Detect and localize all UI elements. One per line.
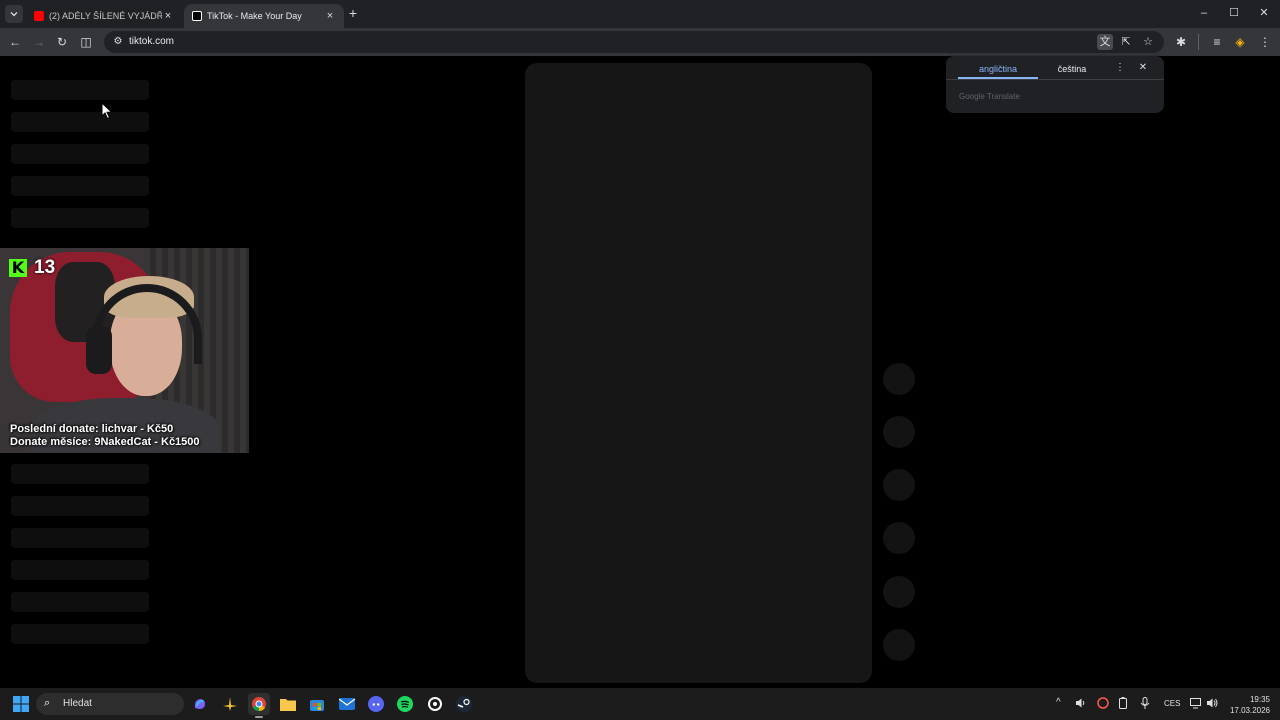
file-explorer-icon[interactable]	[277, 693, 299, 715]
input-language-indicator[interactable]: CES	[1164, 699, 1180, 708]
clock-time: 19:35	[1249, 695, 1270, 704]
sidebar-skeleton-item	[11, 560, 149, 580]
split-view-button[interactable]: ◫	[77, 33, 95, 51]
reload-button[interactable]: ↻	[53, 33, 71, 51]
steelseries-icon[interactable]	[424, 693, 446, 715]
start-button[interactable]	[10, 693, 32, 715]
copilot-icon[interactable]	[189, 693, 211, 715]
sidebar-skeleton-item	[11, 464, 149, 484]
sidebar-skeleton-item	[11, 176, 149, 196]
action-button-skeleton	[883, 416, 915, 448]
windows-taskbar: ⌕ Hledat ^ CES 19:35 17.03.2026	[0, 688, 1280, 720]
steam-icon[interactable]	[453, 693, 475, 715]
chrome-icon[interactable]	[248, 693, 270, 715]
sidebar-skeleton-item	[11, 592, 149, 612]
search-icon: ⌕	[44, 697, 51, 709]
minimize-button[interactable]: –	[1189, 4, 1219, 22]
viewer-count: 13	[34, 257, 56, 278]
translate-more-options-icon[interactable]: ⋮	[1114, 62, 1126, 73]
bookmark-star-icon[interactable]: ☆	[1140, 34, 1156, 50]
tab-close-icon[interactable]: ×	[324, 10, 336, 22]
url-text[interactable]: tiktok.com	[129, 36, 174, 47]
tab-tiktok[interactable]: TikTok - Make Your Day ×	[184, 4, 344, 28]
youtube-favicon-icon	[34, 11, 44, 21]
action-button-skeleton	[883, 576, 915, 608]
action-button-skeleton	[883, 363, 915, 395]
mail-icon[interactable]	[336, 693, 358, 715]
steelseries-tray-icon[interactable]	[1097, 697, 1109, 712]
spotify-icon[interactable]	[394, 693, 416, 715]
tab-search-button[interactable]	[5, 5, 23, 23]
clock-date: 17.03.2026	[1229, 706, 1270, 715]
close-window-button[interactable]: ✕	[1249, 4, 1279, 22]
sidebar-skeleton-item	[11, 496, 149, 516]
profile-icon[interactable]: ◈	[1231, 33, 1249, 51]
tab-strip: (2) ADÉLY ŠÍLENÉ VYJÁDŘENÍ × TikTok - Ma…	[0, 0, 1280, 28]
sidebar-skeleton-item	[11, 144, 149, 164]
video-player-placeholder[interactable]	[525, 63, 872, 683]
divider	[946, 79, 1164, 80]
monthly-donate-text: Donate měsíce: 9NakedCat - Kč1500	[10, 436, 200, 448]
windows-logo-icon	[13, 696, 29, 712]
translate-source-language-tab[interactable]: angličtina	[958, 64, 1038, 74]
toolbar-divider	[1198, 34, 1199, 50]
search-placeholder: Hledat	[63, 698, 92, 709]
taskbar-search[interactable]: ⌕ Hledat	[36, 693, 184, 715]
translate-target-language-tab[interactable]: čeština	[1038, 64, 1106, 74]
microphone-icon[interactable]	[1140, 697, 1150, 712]
new-tab-button[interactable]: +	[345, 5, 361, 21]
show-hidden-icons-button[interactable]: ^	[1056, 697, 1061, 708]
tiktok-favicon-icon	[192, 11, 202, 21]
translate-close-icon[interactable]: ✕	[1137, 62, 1149, 73]
mouse-cursor-icon	[101, 102, 113, 120]
action-button-skeleton	[883, 629, 915, 661]
battery-icon[interactable]	[1119, 697, 1127, 712]
store-icon[interactable]	[306, 693, 328, 715]
translate-icon[interactable]: 文	[1097, 34, 1113, 50]
back-button[interactable]: ←	[6, 33, 24, 51]
kick-logo-icon: K	[9, 259, 27, 277]
discord-icon[interactable]	[365, 693, 387, 715]
tab-title: TikTok - Make Your Day	[207, 11, 302, 21]
site-info-icon[interactable]: ⚙	[110, 34, 126, 50]
system-clock[interactable]: 19:35 17.03.2026	[1228, 694, 1270, 716]
install-app-icon[interactable]: ⇱	[1118, 34, 1134, 50]
browser-toolbar: ← → ↻ ◫ ⚙ tiktok.com 文 ⇱ ☆ ✱ ≡ ◈ ⋮	[0, 28, 1280, 56]
translate-brand-label: Google Translate	[959, 92, 1020, 101]
sidebar-skeleton-item	[11, 208, 149, 228]
browser-menu-icon[interactable]: ⋮	[1256, 33, 1274, 51]
media-controls-icon[interactable]: ≡	[1208, 33, 1226, 51]
extensions-icon[interactable]: ✱	[1172, 33, 1190, 51]
forward-button[interactable]: →	[30, 33, 48, 51]
tab-youtube[interactable]: (2) ADÉLY ŠÍLENÉ VYJÁDŘENÍ ×	[26, 4, 182, 28]
viewer-counter: K 13	[9, 257, 55, 279]
network-icon[interactable]	[1190, 697, 1202, 712]
translate-bubble: angličtina čeština ⋮ ✕ Google Translate	[946, 56, 1164, 113]
volume-mixer-icon[interactable]	[1075, 697, 1087, 712]
sidebar-skeleton-item	[11, 528, 149, 548]
tab-close-icon[interactable]: ×	[162, 10, 174, 22]
volume-icon[interactable]	[1206, 697, 1218, 712]
sidebar-skeleton-item	[11, 624, 149, 644]
action-button-skeleton	[883, 522, 915, 554]
webcam-overlay: K 13 Poslední donate: lichvar - Kč50 Don…	[0, 248, 249, 453]
active-app-indicator	[255, 716, 263, 718]
action-button-skeleton	[883, 469, 915, 501]
headset-earcup	[86, 326, 112, 374]
pinned-app-icon[interactable]	[219, 693, 241, 715]
tab-title: (2) ADÉLY ŠÍLENÉ VYJÁDŘENÍ	[49, 11, 162, 21]
maximize-button[interactable]: ☐	[1219, 4, 1249, 22]
sidebar-skeleton-item	[11, 80, 149, 100]
last-donate-text: Poslední donate: lichvar - Kč50	[10, 423, 174, 435]
sidebar-skeleton-item	[11, 112, 149, 132]
chevron-down-icon	[10, 12, 18, 17]
address-bar[interactable]: ⚙ tiktok.com 文 ⇱ ☆	[104, 31, 1164, 53]
